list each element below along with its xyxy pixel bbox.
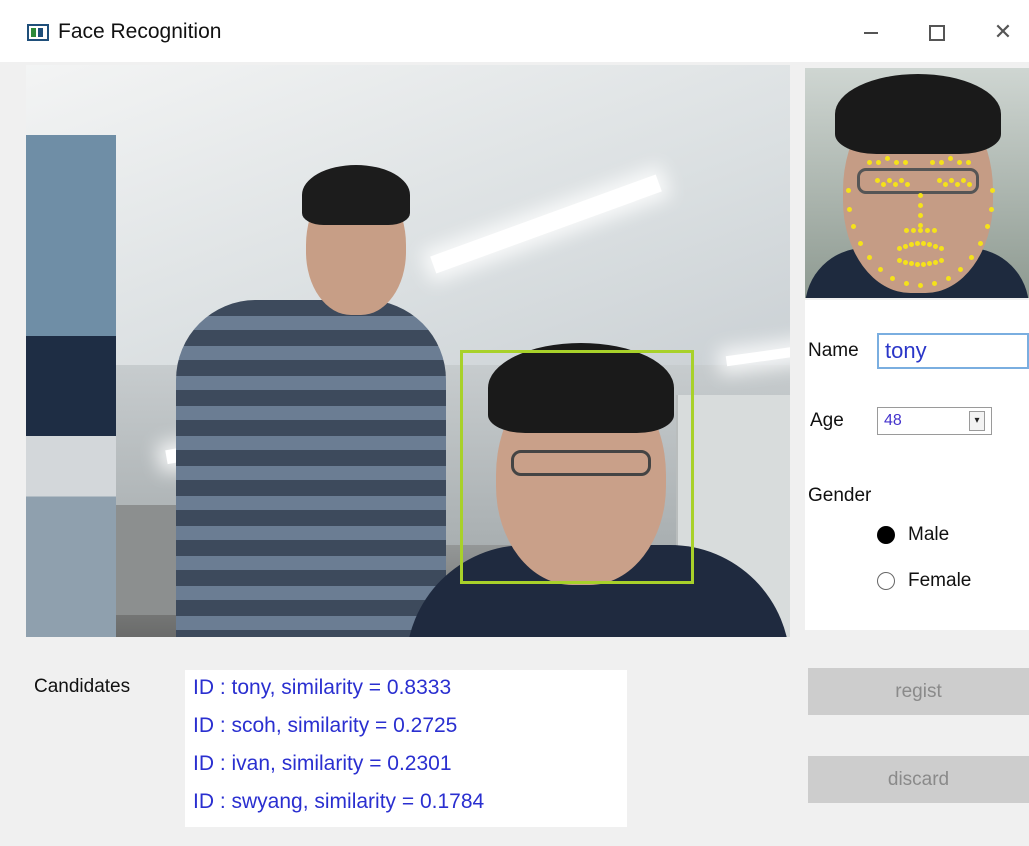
landmark-dot [988,206,994,212]
landmark-dot [867,160,872,165]
name-input[interactable] [877,333,1029,369]
landmark-dot [948,156,953,161]
landmark-dot [918,213,923,218]
minimize-icon [864,32,878,35]
landmark-dot [933,259,938,265]
maximize-icon [929,25,945,42]
landmark-dot [932,228,937,233]
landmark-dot [933,243,938,249]
maximize-button[interactable] [914,14,960,50]
age-label: Age [810,410,844,431]
landmark-dot [939,258,944,263]
landmark-dot [881,182,886,187]
landmark-dot [893,182,898,187]
landmark-dot [921,261,926,267]
person-left [26,135,116,637]
list-item[interactable]: ID : ivan, similarity = 0.2301 [193,752,452,776]
landmark-dot [961,178,966,183]
person-middle-body [176,300,446,637]
landmark-dot [899,178,904,183]
regist-button[interactable]: regist [808,668,1029,715]
list-item[interactable]: ID : tony, similarity = 0.8333 [193,676,451,700]
person-middle-hair [302,165,410,225]
landmark-dot [876,160,881,165]
landmark-dot [967,182,972,187]
landmark-dot [945,275,951,281]
landmark-dot [939,246,944,251]
landmark-dot [957,160,962,165]
age-value: 48 [884,412,902,429]
landmark-dot [877,266,883,272]
landmark-dot [915,261,920,267]
chevron-down-icon[interactable]: ▾ [969,411,985,431]
landmark-dot [949,178,954,183]
candidates-label: Candidates [34,676,131,697]
face-recognition-window: Face Recognition ✕ Name Age 48 ▾ Gender [0,0,1029,846]
landmark-dot [966,160,971,165]
landmark-dot [897,246,902,251]
landmark-dot [918,193,923,198]
landmark-dot [958,266,963,272]
landmark-dot [918,203,923,208]
landmark-dot [937,178,942,183]
minimize-button[interactable] [848,14,894,50]
landmark-dot [918,283,923,288]
landmark-dot [903,243,908,249]
landmark-dot [925,228,930,233]
candidates-list[interactable]: ID : tony, similarity = 0.8333 ID : scoh… [185,670,627,827]
landmark-dot [943,182,948,187]
landmark-dot [858,240,864,246]
landmark-dot [904,228,909,233]
landmark-dot [894,160,899,165]
thumb-hair [835,74,1001,154]
landmark-dot [897,258,902,263]
landmark-dot [885,156,890,161]
landmark-dot [903,259,908,265]
window-title: Face Recognition [58,20,222,43]
radio-female[interactable] [877,572,895,590]
radio-female-label: Female [908,570,972,591]
face-landmark-thumbnail [805,68,1029,298]
discard-button[interactable]: discard [808,756,1029,803]
landmark-dot [905,182,910,187]
list-item[interactable]: ID : swyang, similarity = 0.1784 [193,790,484,814]
list-item[interactable]: ID : scoh, similarity = 0.2725 [193,714,457,738]
landmark-dot [918,228,923,233]
radio-male-label: Male [908,524,950,545]
landmark-dot [955,182,960,187]
title-bar: Face Recognition ✕ [0,0,1029,62]
landmark-dot [847,206,853,212]
radio-male[interactable] [877,526,895,544]
landmark-dot [939,160,944,165]
gender-label: Gender [808,485,872,506]
landmark-dot [990,188,995,193]
landmark-dot [911,228,916,233]
landmark-dot [846,188,851,193]
landmark-dot [984,224,990,230]
landmark-dot [930,160,935,165]
name-label: Name [808,340,859,361]
age-select[interactable]: 48 ▾ [877,407,992,435]
app-icon [27,24,49,41]
close-button[interactable]: ✕ [980,14,1026,50]
landmark-dot [887,178,892,183]
landmark-dot [875,178,880,183]
face-detection-box [460,350,694,584]
landmark-dot [977,240,983,246]
landmark-dot [903,160,908,165]
